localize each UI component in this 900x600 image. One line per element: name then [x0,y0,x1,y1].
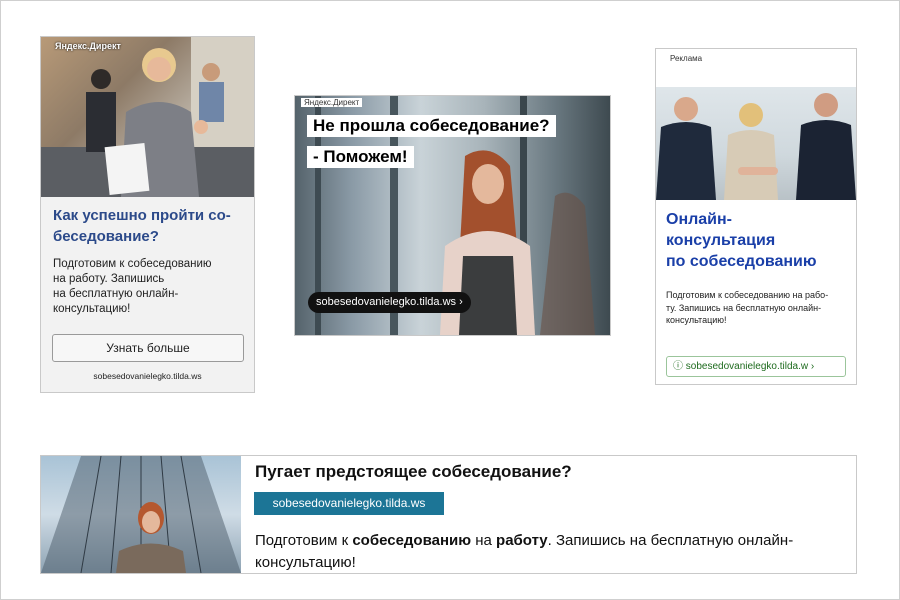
ad-body-text: Подготовим к собеседованию на работу. За… [255,530,855,573]
ad-title[interactable]: Пугает предстоящее собеседование? [255,462,572,482]
ad-domain-link[interactable]: sobesedovanielegko.tilda.ws › [308,292,471,313]
ad-headline-primary[interactable]: Не прошла собеседование? [307,115,556,137]
ad-card-vertical[interactable]: Яндекс.Директ Как успешно пройти со-бесе… [40,36,255,393]
ad-card-image[interactable]: Яндекс.Директ Не прошла собеседование? -… [294,95,611,336]
ad-photo-office-woman[interactable]: Яндекс.Директ [41,37,254,197]
ad-domain-link[interactable]: ⓘ sobesedovanielegko.tilda.w › [666,356,846,377]
ad-photo-illustration [656,93,856,200]
ad-photo-handshake[interactable] [656,87,856,200]
ad-headline-secondary[interactable]: - Поможем! [307,146,414,168]
ad-photo-illustration [41,456,241,573]
ad-title[interactable]: Как успешно пройти со-беседование? [53,205,248,247]
ad-photo-woman-building[interactable] [41,456,241,573]
ad-card-horizontal[interactable]: Пугает предстоящее собеседование? sobese… [40,455,857,574]
ad-label: Реклама [670,54,703,63]
ad-body-part: на [471,532,497,549]
ad-source-label: Яндекс.Директ [55,41,121,51]
ad-domain-link[interactable]: sobesedovanielegko.tilda.ws [254,492,444,515]
ad-card-text[interactable]: Реклама Онлайн- консультация по собеседо… [655,48,857,385]
ad-title[interactable]: Онлайн- консультация по собеседованию [666,209,851,272]
ad-photo-illustration [41,37,254,197]
ad-source-label: Яндекс.Директ [301,98,363,107]
ad-body-text: Подготовим к собеседованию на рабо- ту. … [666,290,829,325]
ad-body-keyword: работу [496,532,548,549]
ad-body-text: Подготовим к собеседованию на работу. За… [53,258,212,315]
ad-body-part: Подготовим к [255,532,353,549]
learn-more-button[interactable]: Узнать больше [52,334,244,362]
ad-body-keyword: собеседованию [352,532,472,549]
ad-photo-woman-glass[interactable]: Яндекс.Директ Не прошла собеседование? -… [295,96,610,335]
ad-domain[interactable]: sobesedovanielegko.tilda.ws [41,371,254,381]
